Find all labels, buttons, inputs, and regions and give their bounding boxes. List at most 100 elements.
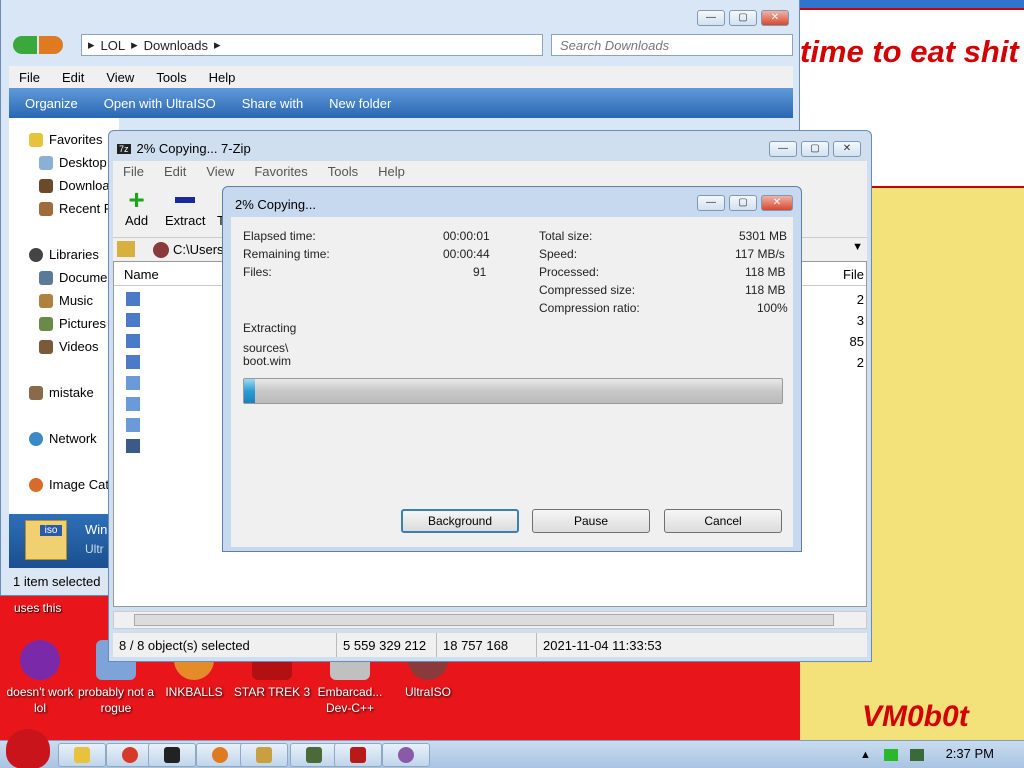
menu-edit[interactable]: Edit (164, 164, 186, 179)
nav-label: Music (59, 293, 93, 308)
network-icon[interactable] (910, 749, 924, 761)
homegroup-icon (29, 385, 43, 400)
taskbar-7zip[interactable] (148, 743, 196, 767)
organize-button[interactable]: Organize (25, 96, 78, 111)
explorer-menubar: File Edit View Tools Help (9, 66, 793, 88)
elapsed-label: Elapsed time: (243, 229, 316, 243)
file-icon[interactable] (126, 397, 140, 411)
7zip-app-icon: 7z (117, 143, 131, 154)
breadcrumb-downloads[interactable]: Downloads (144, 38, 208, 53)
minimize-button[interactable]: — (697, 10, 725, 26)
cancel-button[interactable]: Cancel (664, 509, 782, 533)
column-name[interactable]: Name (124, 267, 159, 282)
dialog-caption-buttons: — ▢ ✕ (697, 195, 793, 211)
extract-button[interactable]: Extract (165, 187, 205, 228)
taskbar-chrome[interactable] (106, 743, 154, 767)
add-button[interactable]: + Add (125, 186, 148, 229)
nav-videos[interactable]: Videos (39, 339, 99, 354)
navigation-pane: Favorites Desktop Downloads Recent Place… (9, 118, 143, 514)
details-pane: iso Win Ultr (9, 514, 119, 568)
menu-edit[interactable]: Edit (62, 70, 84, 85)
menu-file[interactable]: File (19, 70, 40, 85)
maximize-button[interactable]: ▢ (729, 195, 757, 211)
detail-filetype: Ultr (85, 542, 104, 556)
taskbar-terminal[interactable] (290, 743, 338, 767)
menu-view[interactable]: View (206, 164, 234, 179)
desktop-icon-yahoo[interactable]: doesn't work lol (0, 640, 80, 716)
taskbar-app[interactable] (240, 743, 288, 767)
processed-value: 118 MB (745, 265, 786, 279)
explorer-nav-buttons (13, 36, 63, 54)
chevron-down-icon[interactable]: ▼ (852, 241, 863, 253)
file-icon[interactable] (126, 355, 140, 369)
nav-network[interactable]: Network (29, 431, 97, 446)
file-icon[interactable] (126, 334, 140, 348)
nav-mistake[interactable]: mistake (29, 385, 94, 400)
background-button[interactable]: Background (401, 509, 519, 533)
minimize-button[interactable]: — (697, 195, 725, 211)
nav-libraries[interactable]: Libraries (29, 247, 99, 262)
progress-bar (243, 378, 783, 404)
back-button[interactable] (13, 36, 37, 54)
file-icon[interactable] (126, 418, 140, 432)
taskbar-ultraiso[interactable] (382, 743, 430, 767)
desktop-icon-label: doesn't work lol (6, 685, 74, 715)
menu-help[interactable]: Help (378, 164, 405, 179)
file-icon[interactable] (126, 292, 140, 306)
dialog-body: Elapsed time: 00:00:01 Remaining time: 0… (231, 217, 793, 547)
menu-file[interactable]: File (123, 164, 144, 179)
close-button[interactable]: ✕ (761, 195, 793, 211)
battery-icon[interactable] (884, 749, 898, 761)
operation-label: Extracting (243, 321, 297, 335)
minimize-button[interactable]: — (769, 141, 797, 157)
maximize-button[interactable]: ▢ (729, 10, 757, 26)
horizontal-scrollbar[interactable] (113, 611, 867, 629)
terminal-icon (306, 747, 322, 763)
menu-favorites[interactable]: Favorites (254, 164, 307, 179)
compressed-label: Compressed size: (539, 283, 636, 297)
file-icon[interactable] (126, 376, 140, 390)
clock[interactable]: 2:37 PM (946, 746, 994, 761)
documents-icon (39, 270, 53, 285)
chevron-right-icon: ▸ (213, 37, 221, 52)
file-icon[interactable] (126, 313, 140, 327)
firefox-icon (212, 747, 228, 763)
scrollbar-thumb[interactable] (134, 614, 834, 626)
address-bar[interactable]: ▸ LOL ▸ Downloads ▸ (81, 34, 543, 56)
new-folder-button[interactable]: New folder (329, 96, 391, 111)
taskbar-firefox[interactable] (196, 743, 244, 767)
menu-help[interactable]: Help (209, 70, 236, 85)
close-button[interactable]: ✕ (761, 10, 789, 26)
menu-tools[interactable]: Tools (328, 164, 358, 179)
path-input[interactable]: C:\Users\ (173, 242, 227, 257)
nav-label: Pictures (59, 316, 106, 331)
menu-tools[interactable]: Tools (156, 70, 186, 85)
tray-chevron-icon[interactable]: ▲ (860, 749, 871, 761)
wallpaper-signature: VM0b0t (862, 700, 969, 733)
compressed-value: 118 MB (745, 283, 786, 297)
search-input[interactable]: Search Downloads (551, 34, 793, 56)
up-folder-icon[interactable] (117, 241, 135, 257)
zip-window-title: 2% Copying... 7-Zip (136, 141, 251, 156)
start-button[interactable] (6, 729, 50, 768)
nav-desktop[interactable]: Desktop (39, 155, 107, 170)
nav-music[interactable]: Music (39, 293, 93, 308)
maximize-button[interactable]: ▢ (801, 141, 829, 157)
nav-pictures[interactable]: Pictures (39, 316, 106, 331)
nav-label: Libraries (49, 247, 99, 262)
videos-icon (39, 339, 53, 354)
taskbar-flash[interactable] (334, 743, 382, 767)
pause-button[interactable]: Pause (532, 509, 650, 533)
open-with-button[interactable]: Open with UltraISO (104, 96, 216, 111)
menu-view[interactable]: View (106, 70, 134, 85)
forward-button[interactable] (39, 36, 63, 54)
file-icon[interactable] (126, 439, 140, 453)
column-file[interactable]: File (843, 267, 864, 282)
taskbar-explorer[interactable] (58, 743, 106, 767)
nav-favorites[interactable]: Favorites (29, 132, 102, 147)
breadcrumb-lol[interactable]: LOL (101, 38, 126, 53)
status-selection: 8 / 8 object(s) selected (113, 633, 337, 657)
desktop-icon-label: probably not a rogue (77, 685, 155, 715)
share-with-button[interactable]: Share with (242, 96, 303, 111)
close-button[interactable]: ✕ (833, 141, 861, 157)
